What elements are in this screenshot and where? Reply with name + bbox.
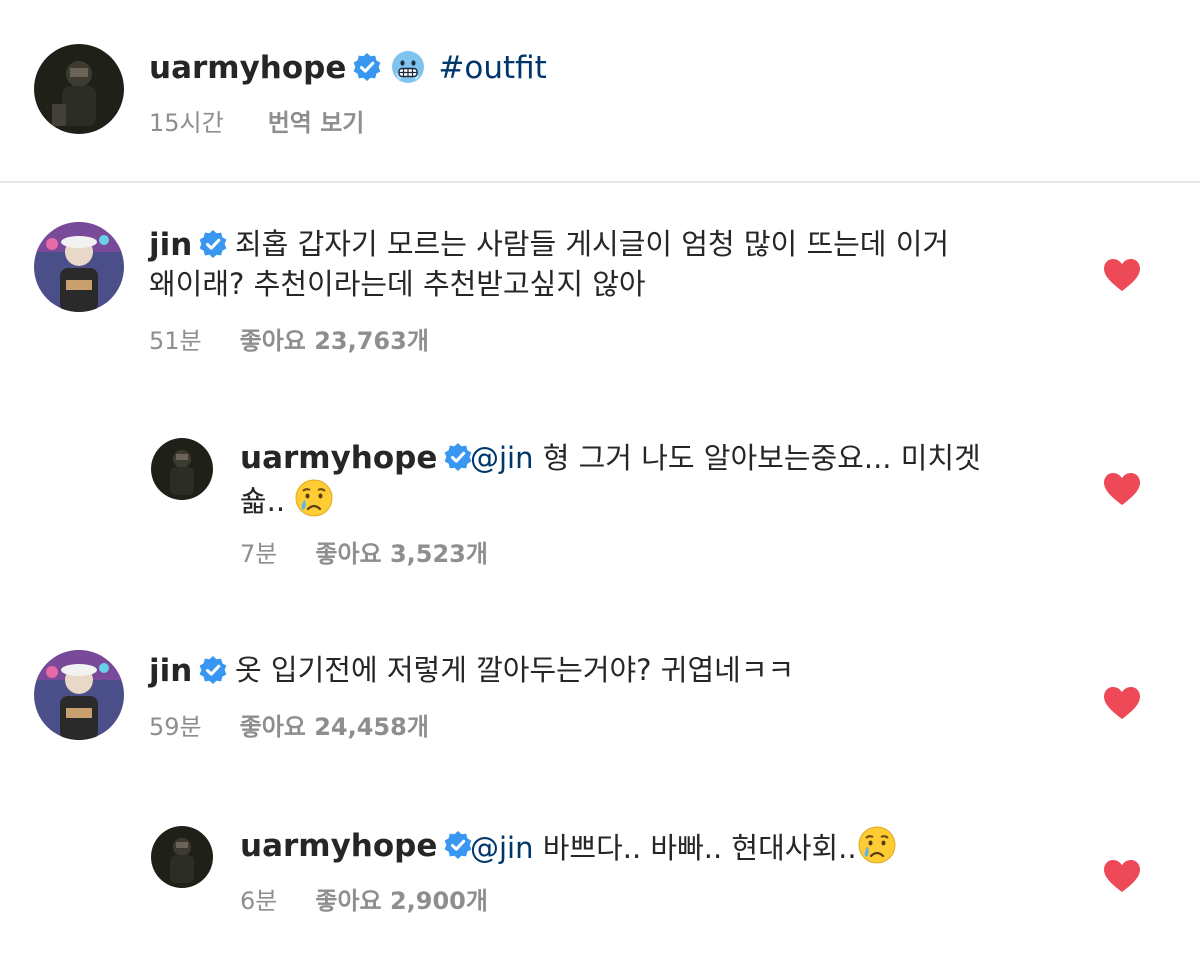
- caption-username[interactable]: uarmyhope: [149, 50, 346, 86]
- heart-icon[interactable]: [1103, 472, 1141, 506]
- comment-2-time[interactable]: 59분: [149, 713, 202, 741]
- caption-hashtag[interactable]: #outfit: [438, 50, 546, 86]
- comment-2-meta: 59분 좋아요 24,458개: [149, 712, 429, 742]
- freezing-face-emoji-icon: [390, 49, 426, 94]
- comment-2-header: jin: [149, 652, 236, 694]
- heart-icon[interactable]: [1103, 859, 1141, 893]
- reply-1-likes[interactable]: 좋아요 3,523개: [315, 540, 488, 568]
- reply-1-text-line-1: @jin 형 그거 나도 알아보는중요... 미치겟: [470, 437, 981, 480]
- comment-2-username[interactable]: jin: [149, 653, 192, 689]
- crying-face-emoji-icon: [857, 825, 897, 877]
- comment-avatar-jin[interactable]: [34, 650, 124, 740]
- comment-avatar-jin[interactable]: [34, 222, 124, 312]
- reply-1-text-line-2: 숇..: [240, 478, 334, 530]
- reply-1-meta: 7분 좋아요 3,523개: [240, 539, 488, 569]
- heart-icon[interactable]: [1103, 686, 1141, 720]
- reply-1-username[interactable]: uarmyhope: [240, 440, 437, 476]
- caption-header: uarmyhope #outfit: [149, 49, 547, 94]
- reply-avatar-uarmyhope[interactable]: [151, 438, 213, 500]
- comment-1-text-line-2: 왜이래? 추천이라는데 추천받고싶지 않아: [149, 267, 646, 301]
- comment-1-meta: 51분 좋아요 23,763개: [149, 326, 429, 356]
- comment-2-likes[interactable]: 좋아요 24,458개: [240, 713, 429, 741]
- divider: [0, 181, 1200, 183]
- verified-badge-icon: [443, 442, 473, 481]
- comment-2-text: 옷 입기전에 저렇게 깔아두는거야? 귀엽네ㅋㅋ: [235, 653, 795, 687]
- verified-badge-icon: [443, 830, 473, 869]
- comment-1-time[interactable]: 51분: [149, 327, 202, 355]
- caption-time[interactable]: 15시간: [149, 109, 224, 137]
- reply-2-time[interactable]: 6분: [240, 887, 277, 915]
- comment-1-username[interactable]: jin: [149, 227, 192, 263]
- reply-2-likes[interactable]: 좋아요 2,900개: [315, 887, 488, 915]
- comment-1-text-line-1: 죄홉 갑자기 모르는 사람들 게시글이 엄청 많이 뜨는데 이거: [235, 227, 950, 261]
- reply-1-text-cont: 숇..: [240, 484, 286, 518]
- caption-meta: 15시간 번역 보기: [149, 108, 364, 138]
- reply-2-header: uarmyhope: [240, 827, 481, 869]
- comment-1-header: jin: [149, 226, 236, 268]
- reply-1-time[interactable]: 7분: [240, 540, 277, 568]
- reply-1-text: 형 그거 나도 알아보는중요... 미치겟: [542, 441, 981, 475]
- reply-1-mention[interactable]: @jin: [470, 441, 534, 475]
- caption-avatar[interactable]: [34, 44, 124, 134]
- reply-1-header: uarmyhope: [240, 439, 481, 481]
- translate-button[interactable]: 번역 보기: [268, 109, 365, 137]
- verified-badge-icon: [198, 655, 228, 694]
- reply-2-meta: 6분 좋아요 2,900개: [240, 886, 488, 916]
- verified-badge-icon: [352, 52, 382, 91]
- reply-2-mention[interactable]: @jin: [470, 831, 534, 865]
- comment-1-likes[interactable]: 좋아요 23,763개: [240, 327, 429, 355]
- heart-icon[interactable]: [1103, 258, 1141, 292]
- reply-avatar-uarmyhope[interactable]: [151, 826, 213, 888]
- reply-2-text: 바쁘다.. 바빠.. 현대사회..: [542, 831, 857, 865]
- reply-2-username[interactable]: uarmyhope: [240, 828, 437, 864]
- crying-face-emoji-icon: [294, 478, 334, 530]
- reply-2-text-line: @jin 바쁘다.. 바빠.. 현대사회..: [470, 825, 897, 877]
